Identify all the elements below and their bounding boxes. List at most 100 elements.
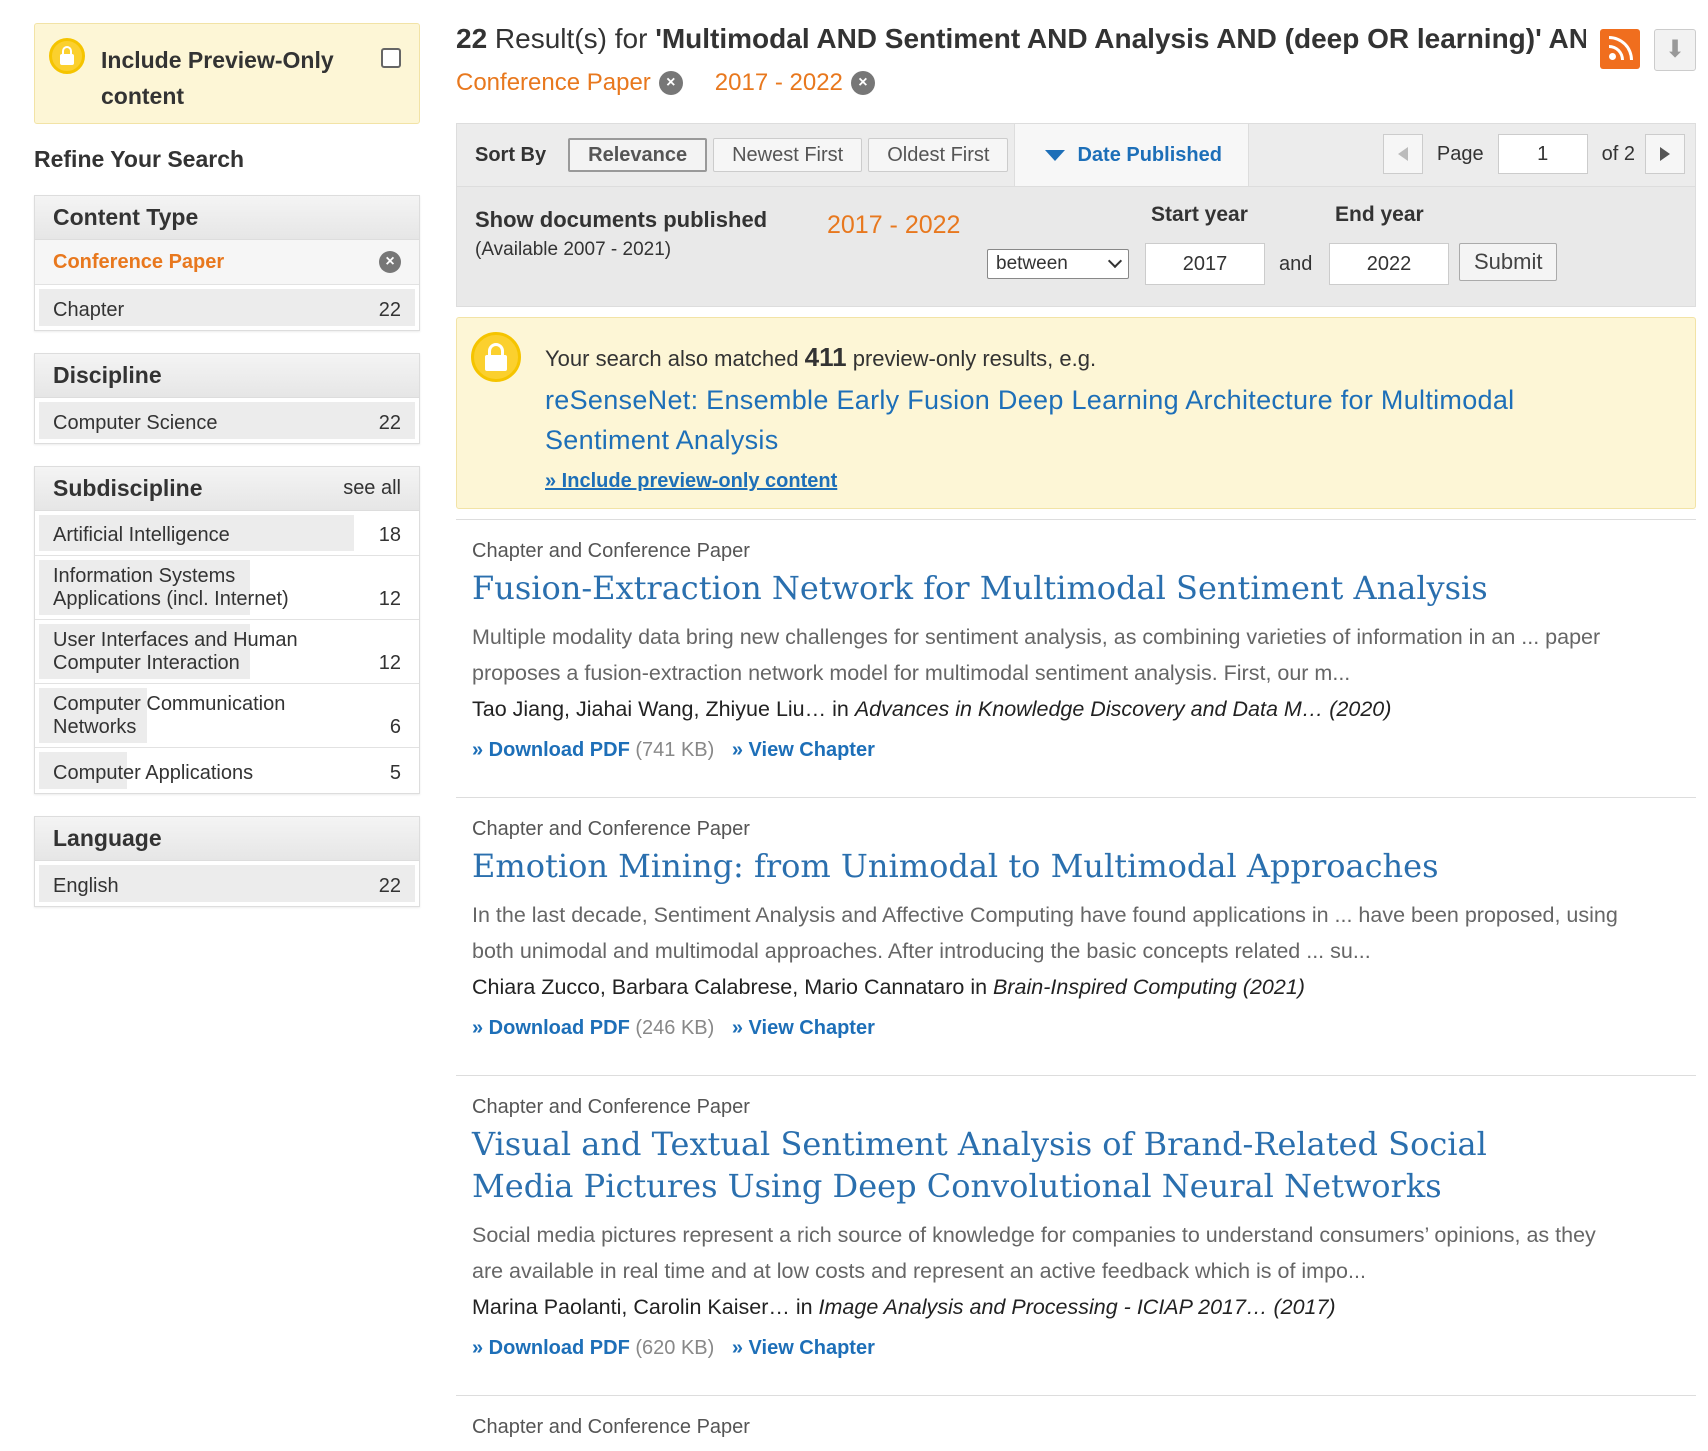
download-pdf-link[interactable]: » Download PDF xyxy=(472,1017,630,1039)
view-chapter-link[interactable]: » View Chapter xyxy=(732,1017,875,1039)
page-total: of 2 xyxy=(1601,142,1635,165)
date-published-tab[interactable]: Date Published xyxy=(1014,124,1249,186)
facet-item-label: Computer Applications xyxy=(53,762,254,784)
facet-item-computer-science[interactable]: Computer Science 22 xyxy=(35,398,419,443)
date-filter-available: (Available 2007 - 2021) xyxy=(475,239,672,260)
date-filter-range: 2017 - 2022 xyxy=(827,211,961,239)
facet-item-label: Conference Paper xyxy=(53,250,225,273)
facet-item-subdiscipline[interactable]: User Interfaces and Human Computer Inter… xyxy=(35,620,419,684)
result-authors: Tao Jiang, Jiahai Wang, Zhiyue Liu… in A… xyxy=(472,691,1680,727)
facet-header: Content Type xyxy=(35,196,419,240)
date-filter-title: Show documents published xyxy=(475,207,768,232)
filter-chip-label: 2017 - 2022 xyxy=(714,69,843,96)
remove-filter-icon[interactable]: × xyxy=(658,71,683,95)
result-source[interactable]: Image Analysis and Processing - ICIAP 20… xyxy=(819,1295,1336,1319)
download-pdf-link[interactable]: » Download PDF xyxy=(472,739,630,761)
see-all-link[interactable]: see all xyxy=(343,477,401,500)
preview-matches-box: Your search also matched 411 preview-onl… xyxy=(456,317,1696,509)
download-icon[interactable]: ⬇ xyxy=(1654,29,1696,71)
sort-bar: Sort By Relevance Newest First Oldest Fi… xyxy=(457,124,1695,186)
start-year-input[interactable]: 2017 xyxy=(1145,243,1265,285)
facet-item-subdiscipline[interactable]: Computer Communication Networks 6 xyxy=(35,684,419,748)
date-mode-value: between xyxy=(996,253,1068,274)
matches-suffix: preview-only results, e.g. xyxy=(846,346,1097,371)
result-item: Chapter and Conference Paper Fusion-Extr… xyxy=(456,519,1696,797)
sort-oldest-button[interactable]: Oldest First xyxy=(868,138,1009,172)
facet-item-chapter[interactable]: Chapter 22 xyxy=(35,285,419,330)
page-input[interactable]: 1 xyxy=(1497,134,1588,174)
result-type: Chapter and Conference Paper xyxy=(472,818,750,840)
sort-newest-button[interactable]: Newest First xyxy=(713,138,863,172)
download-pdf-link[interactable]: » Download PDF xyxy=(472,1337,630,1359)
view-chapter-link[interactable]: » View Chapter xyxy=(732,1337,875,1359)
facet-discipline: Discipline Computer Science 22 xyxy=(34,353,420,444)
result-title-link[interactable]: Visual and Textual Sentiment Analysis of… xyxy=(472,1123,1532,1207)
preview-only-toggle[interactable]: Include Preview-Only content xyxy=(34,23,420,124)
refine-title: Refine Your Search xyxy=(34,146,245,172)
result-source[interactable]: Advances in Knowledge Discovery and Data… xyxy=(855,697,1392,721)
refine-sidebar: Include Preview-Only content Refine Your… xyxy=(34,23,420,907)
facet-item-count: 18 xyxy=(378,524,401,546)
facet-item-label: English xyxy=(53,875,119,897)
rss-icon[interactable] xyxy=(1600,29,1640,69)
filter-chip-content-type[interactable]: Conference Paper × xyxy=(456,69,683,97)
pdf-size: (620 KB) xyxy=(635,1337,715,1359)
results-text: Result(s) for xyxy=(487,23,656,54)
result-snippet: Social media pictures represent a rich s… xyxy=(472,1223,1596,1283)
facet-item-subdiscipline[interactable]: Artificial Intelligence 18 xyxy=(35,511,419,556)
result-type: Chapter and Conference Paper xyxy=(472,1096,750,1118)
result-authors: Marina Paolanti, Carolin Kaiser… in Imag… xyxy=(472,1289,1680,1325)
sort-panel: Sort By Relevance Newest First Oldest Fi… xyxy=(456,123,1696,307)
prev-page-icon[interactable] xyxy=(1382,134,1423,174)
search-query: 'Multimodal AND Sentiment AND Analysis A… xyxy=(655,23,1586,54)
pagination: Page 1 of 2 xyxy=(1382,134,1685,174)
facet-title: Subdiscipline xyxy=(53,475,203,501)
and-label: and xyxy=(1279,253,1313,275)
next-page-icon[interactable] xyxy=(1645,134,1685,174)
result-author-names: Tao Jiang, Jiahai Wang, Zhiyue Liu… in xyxy=(472,697,855,721)
result-title-link[interactable]: Fusion-Extraction Network for Multimodal… xyxy=(472,567,1680,609)
facet-item-subdiscipline[interactable]: Computer Applications 5 xyxy=(35,748,419,793)
result-snippet: In the last decade, Sentiment Analysis a… xyxy=(472,903,1618,963)
pdf-size: (741 KB) xyxy=(635,739,715,761)
result-item: Chapter and Conference Paper Visual and … xyxy=(456,1075,1696,1395)
preview-only-checkbox[interactable] xyxy=(381,48,401,68)
facet-item-label: Artificial Intelligence xyxy=(53,524,230,546)
result-links: » Download PDF (741 KB) » View Chapter xyxy=(472,739,1680,797)
facet-title: Content Type xyxy=(53,204,199,230)
facet-item-conference-paper[interactable]: Conference Paper × xyxy=(35,240,419,285)
result-source[interactable]: Brain-Inspired Computing (2021) xyxy=(993,975,1305,999)
filter-chip-label: Conference Paper xyxy=(456,69,651,96)
date-filter: Show documents published (Available 2007… xyxy=(457,186,1695,306)
sort-relevance-button[interactable]: Relevance xyxy=(568,138,708,172)
facet-item-count: 22 xyxy=(378,412,401,434)
facet-header: Language xyxy=(35,817,419,861)
include-preview-link[interactable]: » Include preview-only content xyxy=(545,470,837,493)
facet-item-label: Computer Science xyxy=(53,412,218,434)
result-type: Chapter and Conference Paper xyxy=(472,540,750,562)
remove-filter-icon[interactable]: × xyxy=(850,71,875,95)
view-chapter-link[interactable]: » View Chapter xyxy=(732,739,875,761)
result-title-link[interactable]: Emotion Mining: from Unimodal to Multimo… xyxy=(472,845,1680,887)
remove-filter-icon[interactable]: × xyxy=(379,251,401,273)
preview-matches-text: Your search also matched 411 preview-onl… xyxy=(545,342,1096,373)
facet-item-label: Chapter xyxy=(53,299,125,321)
facet-title: Discipline xyxy=(53,362,162,388)
submit-button[interactable]: Submit xyxy=(1459,243,1558,281)
end-year-input[interactable]: 2022 xyxy=(1329,243,1449,285)
facet-item-count: 5 xyxy=(389,762,401,784)
result-item: Chapter and Conference Paper xyxy=(456,1395,1696,1439)
facet-item-count: 6 xyxy=(389,716,401,738)
date-mode-select[interactable]: between xyxy=(987,249,1129,279)
sort-by-label: Sort By xyxy=(475,143,547,166)
preview-example-link[interactable]: reSenseNet: Ensemble Early Fusion Deep L… xyxy=(545,380,1565,460)
results-heading: 22 Result(s) for 'Multimodal AND Sentime… xyxy=(456,23,1586,61)
facet-header: Discipline xyxy=(35,354,419,398)
facet-item-label: Computer Communication Networks xyxy=(53,693,286,738)
facet-item-subdiscipline[interactable]: Information Systems Applications (incl. … xyxy=(35,556,419,620)
facet-item-english[interactable]: English 22 xyxy=(35,861,419,906)
facet-item-count: 22 xyxy=(378,875,401,897)
facet-item-label: Information Systems Applications (incl. … xyxy=(53,565,289,610)
filter-chip-date[interactable]: 2017 - 2022 × xyxy=(715,69,875,97)
page-label: Page xyxy=(1436,142,1484,165)
